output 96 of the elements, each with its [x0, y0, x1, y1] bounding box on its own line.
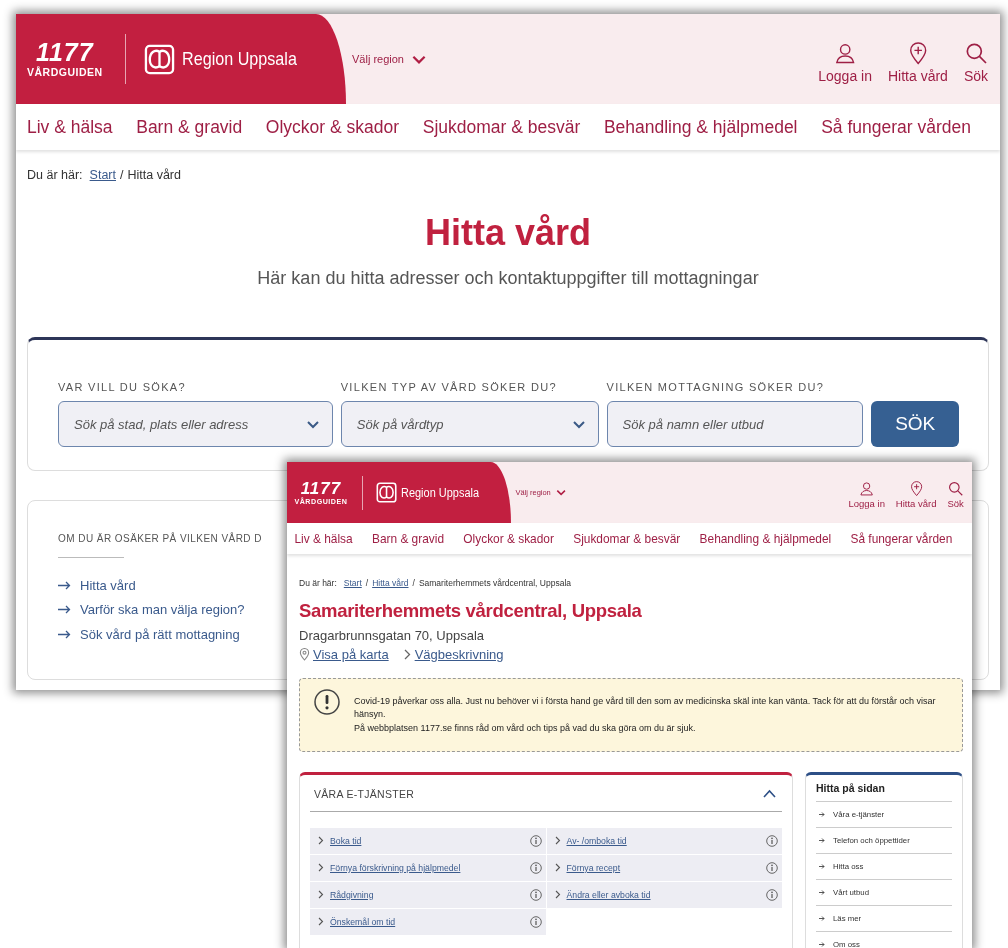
region-name: Region Uppsala [401, 485, 480, 501]
region-logo-icon [143, 43, 175, 75]
arrow-right-icon [819, 915, 825, 921]
chevron-up-icon [763, 789, 776, 799]
search-button[interactable]: Sök [963, 42, 988, 84]
page-subtitle: Här kan du hitta adresser och kontaktuppgifter till mottagningar [256, 268, 760, 289]
arrow-right-icon [58, 629, 71, 639]
breadcrumb-separator: / [365, 577, 369, 588]
nav-link[interactable]: Barn & gravid [371, 531, 444, 546]
chevron-icon [554, 836, 561, 846]
field-label: VAR VILL DU SÖKA? [58, 381, 187, 393]
page-title: Hitta vård [423, 212, 592, 254]
arrow-right-icon [819, 941, 825, 947]
e-service-link[interactable]: Boka tid [330, 835, 524, 846]
user-icon [833, 42, 857, 65]
nav-link[interactable]: Barn & gravid [136, 116, 243, 138]
e-service-link[interactable]: Rådgivning [330, 889, 524, 900]
breadcrumb-link[interactable]: Start [89, 168, 116, 182]
e-service-link[interactable]: Önskemål om tid [330, 916, 524, 927]
location-plus-icon [908, 481, 924, 497]
alert-text: På webbplatsen 1177.se finns råd om vård och tips på vad du ska göra om du är sjuk. [354, 721, 697, 735]
breadcrumb-link[interactable]: Hitta vård [372, 577, 409, 588]
info-icon[interactable] [766, 834, 778, 847]
nav-link[interactable]: Liv & hälsa [294, 531, 353, 546]
login-button[interactable]: Logga in [848, 481, 885, 510]
info-icon[interactable] [529, 915, 542, 928]
field-label: VILKEN MOTTAGNING SÖKER DU? [606, 381, 826, 393]
search-button[interactable]: Sök [947, 481, 964, 510]
nav-link[interactable]: Olyckor & skador [265, 116, 400, 138]
breadcrumb-link[interactable]: Start [343, 577, 362, 588]
search-field[interactable]: Sök på namn eller utbud [606, 401, 864, 447]
info-icon[interactable] [766, 888, 778, 901]
nav-link[interactable]: Så fungerar vården [850, 531, 953, 546]
find-care-button[interactable]: Hitta vård [895, 481, 937, 510]
search-icon [964, 42, 988, 65]
help-link[interactable]: Varför ska man välja region? [80, 602, 245, 618]
region-name: Region Uppsala [181, 48, 297, 70]
toc-heading: Hitta på sidan [816, 774, 952, 802]
arrow-right-icon [819, 811, 825, 817]
help-link[interactable]: Sök vård på rätt mottagning [80, 626, 240, 642]
dropdown-field[interactable]: Sök på stad, plats eller adress [58, 401, 333, 447]
page-title: Samariterhemmets vårdcentral, Uppsala [299, 599, 643, 622]
e-service-link[interactable]: Förnya recept [566, 862, 760, 873]
login-button[interactable]: Logga in [818, 42, 872, 84]
info-icon[interactable] [766, 861, 778, 874]
field-label: VILKEN TYP AV VÅRD SÖKER DU? [340, 381, 558, 393]
chevron-icon [318, 890, 324, 900]
help-link[interactable]: Hitta vård [80, 577, 136, 593]
breadcrumb-separator: / [412, 577, 415, 588]
region-logo-icon [375, 482, 397, 504]
logo-number: 1177 [300, 479, 342, 497]
user-icon [859, 481, 875, 497]
region-picker[interactable]: Välj region [352, 50, 428, 68]
breadcrumb-current: Samariterhemmets vårdcentral, Uppsala [418, 577, 571, 588]
e-service-link[interactable]: Ändra eller avboka tid [566, 889, 760, 900]
arrow-right-icon [58, 580, 71, 590]
logo-wordmark: VÅRDGUIDEN [27, 67, 103, 78]
search-button[interactable]: SÖK [871, 401, 959, 447]
info-icon[interactable] [529, 888, 542, 901]
nav-link[interactable]: Sjukdomar & besvär [422, 116, 581, 138]
breadcrumb-current: Hitta vård [127, 168, 181, 182]
map-pin-icon [299, 647, 310, 661]
nav-link[interactable]: Behandling & hjälpmedel [699, 531, 832, 546]
section-heading: VÅRA E-TJÄNSTER [314, 787, 415, 800]
nav-link[interactable]: Så fungerar vården [821, 116, 971, 138]
arrow-right-icon [819, 837, 825, 843]
arrow-right-icon [819, 889, 825, 895]
map-link[interactable]: Visa på karta [299, 646, 389, 662]
e-service-link[interactable]: Förnya förskrivning på hjälpmedel [330, 862, 524, 873]
nav-link[interactable]: Olyckor & skador [463, 531, 554, 546]
chevron-icon [402, 648, 412, 660]
chevron-icon [554, 863, 561, 873]
alert-text: Covid-19 påverkar oss alla. Just nu behöver vi i första hand ge vård till den som av medicinska skäl inte kan vänta. Tack för att du förstår och visar hänsyn. [354, 694, 937, 722]
find-care-button[interactable]: Hitta vård [887, 42, 948, 84]
breadcrumb-label: Du är här: [27, 168, 83, 182]
chevron-icon [318, 863, 324, 873]
arrow-right-icon [819, 863, 825, 869]
directions-link[interactable]: Vägbeskrivning [402, 646, 504, 662]
breadcrumb-separator: / [120, 168, 124, 182]
breadcrumb-label: Du är här: [299, 577, 337, 588]
nav-link[interactable]: Liv & hälsa [27, 116, 113, 138]
e-service-link[interactable]: Av- /omboka tid [566, 835, 760, 846]
search-icon [948, 481, 964, 497]
chevron-icon [318, 917, 324, 927]
card-heading: OM DU ÄR OSÄKER PÅ VILKEN VÅRD D [58, 533, 262, 544]
chevron-icon [554, 890, 561, 900]
dropdown-field[interactable]: Sök på vårdtyp [340, 401, 599, 447]
exclamation-icon [314, 688, 340, 715]
nav-link[interactable]: Sjukdomar & besvär [573, 531, 681, 546]
chevron-icon [318, 836, 324, 846]
arrow-right-icon [58, 605, 71, 615]
logo-number: 1177 [35, 40, 94, 66]
address-text: Dragarbrunnsgatan 70, Uppsala [299, 627, 485, 643]
info-icon[interactable] [529, 861, 542, 874]
info-icon[interactable] [529, 834, 542, 847]
nav-link[interactable]: Behandling & hjälpmedel [603, 116, 798, 138]
